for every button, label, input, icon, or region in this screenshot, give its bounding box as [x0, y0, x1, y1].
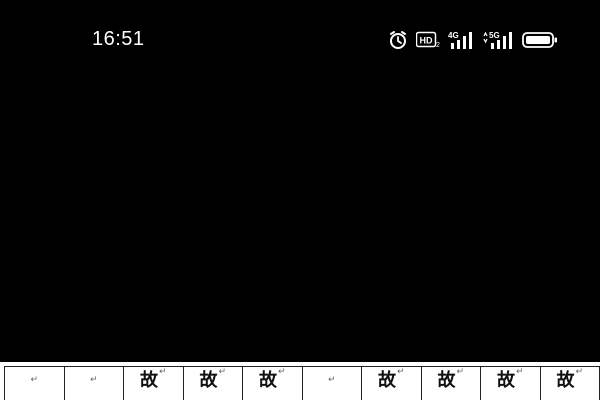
- cell-text: 故: [377, 370, 396, 391]
- status-bar: 16:51 HD 2 4G 5G: [0, 0, 600, 80]
- alarm-icon: [388, 30, 408, 50]
- cell-text: 故: [496, 370, 515, 391]
- cell-text: 故: [199, 370, 218, 391]
- table-cell: 故↵: [123, 366, 184, 400]
- table-cell: 故↵: [361, 366, 422, 400]
- table-cell: 故↵: [539, 366, 600, 400]
- table-cell: 故↵: [420, 366, 481, 400]
- paragraph-mark: ↵: [218, 367, 227, 377]
- table-cell: 故↵: [480, 366, 541, 400]
- signal-4g-icon: 4G: [448, 30, 474, 50]
- hd-label: HD: [420, 36, 433, 46]
- paragraph-mark: ↵: [158, 367, 167, 377]
- cell-text: 故: [258, 370, 277, 391]
- table-cell: 故↵: [182, 366, 243, 400]
- cell-text: 故: [556, 370, 575, 391]
- paragraph-mark: ↵: [575, 367, 584, 377]
- hd-voice-icon: HD 2: [416, 31, 440, 49]
- paragraph-mark: ↵: [30, 375, 39, 385]
- paragraph-mark: ↵: [327, 375, 336, 385]
- paragraph-mark: ↵: [89, 375, 98, 385]
- status-time: 16:51: [92, 28, 145, 50]
- paragraph-mark: ↵: [277, 367, 286, 377]
- status-icons: HD 2 4G 5G: [388, 29, 558, 51]
- cell-text: 故: [437, 370, 456, 391]
- signal-5g-icon: 5G: [482, 30, 514, 50]
- phone-screen: 16:51 HD 2 4G 5G ↵ ↵ 故↵ 故↵ 故↵ ↵ 故↵ 故↵ 故↵…: [0, 0, 600, 400]
- paragraph-mark: ↵: [515, 367, 524, 377]
- table-cell: ↵: [301, 366, 362, 400]
- table-cell: ↵: [4, 366, 65, 400]
- hd-sub-label: 2: [436, 42, 440, 49]
- table-cell: ↵: [63, 366, 124, 400]
- network-5g-label: 5G: [489, 31, 500, 40]
- battery-icon: [522, 31, 558, 49]
- paragraph-mark: ↵: [456, 367, 465, 377]
- table-cell: 故↵: [242, 366, 303, 400]
- paragraph-mark: ↵: [396, 367, 405, 377]
- table-row: ↵ ↵ 故↵ 故↵ 故↵ ↵ 故↵ 故↵ 故↵ 故↵: [4, 366, 600, 400]
- document-table: ↵ ↵ 故↵ 故↵ 故↵ ↵ 故↵ 故↵ 故↵ 故↵: [4, 366, 600, 400]
- network-4g-label: 4G: [448, 31, 459, 40]
- cell-text: 故: [139, 370, 158, 391]
